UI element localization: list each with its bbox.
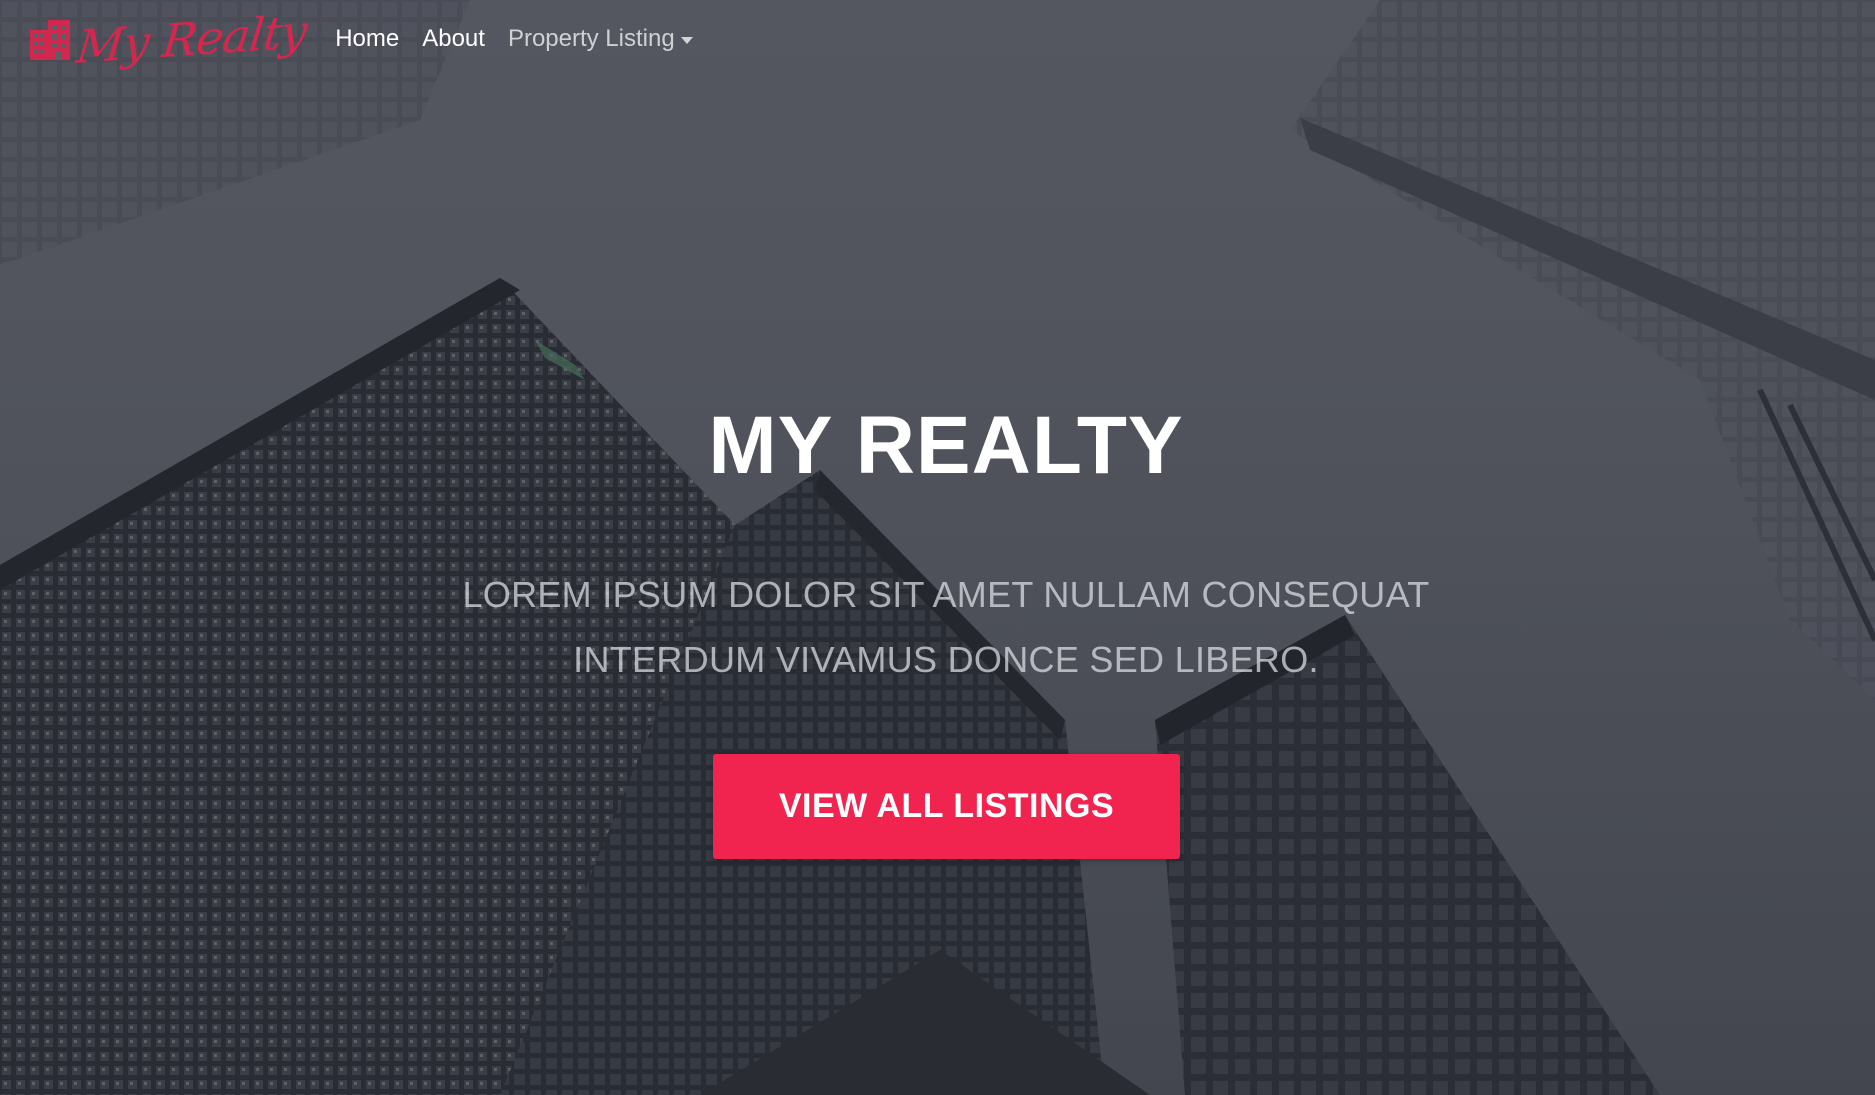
nav-link-home[interactable]: Home bbox=[335, 25, 399, 53]
nav-dropdown-property-listing[interactable]: Property Listing bbox=[508, 25, 693, 53]
caret-down-icon bbox=[680, 36, 693, 44]
building-icon bbox=[30, 20, 70, 60]
hero-title: MY REALTY bbox=[708, 400, 1184, 491]
brand-logo-link[interactable]: My Realty bbox=[28, 4, 309, 74]
nav-link-about[interactable]: About bbox=[422, 25, 485, 53]
background-overlay bbox=[0, 0, 1875, 1095]
view-all-listings-button[interactable]: VIEW ALL LISTINGS bbox=[713, 754, 1180, 859]
navbar: My Realty Home About Property Listing bbox=[0, 0, 1875, 78]
brand-name: My Realty bbox=[74, 4, 310, 74]
hero-subtitle-line-1: LOREM IPSUM DOLOR SIT AMET NULLAM CONSEQ… bbox=[462, 574, 1430, 615]
nav-links: Home About Property Listing bbox=[335, 25, 716, 53]
hero-subtitle: LOREM IPSUM DOLOR SIT AMET NULLAM CONSEQ… bbox=[0, 562, 1875, 692]
hero-subtitle-line-2: INTERDUM VIVAMUS DONCE SED LIBERO. bbox=[573, 639, 1319, 680]
nav-dropdown-label: Property Listing bbox=[507, 25, 675, 52]
hero-section: My Realty Home About Property Listing MY… bbox=[0, 0, 1875, 1095]
